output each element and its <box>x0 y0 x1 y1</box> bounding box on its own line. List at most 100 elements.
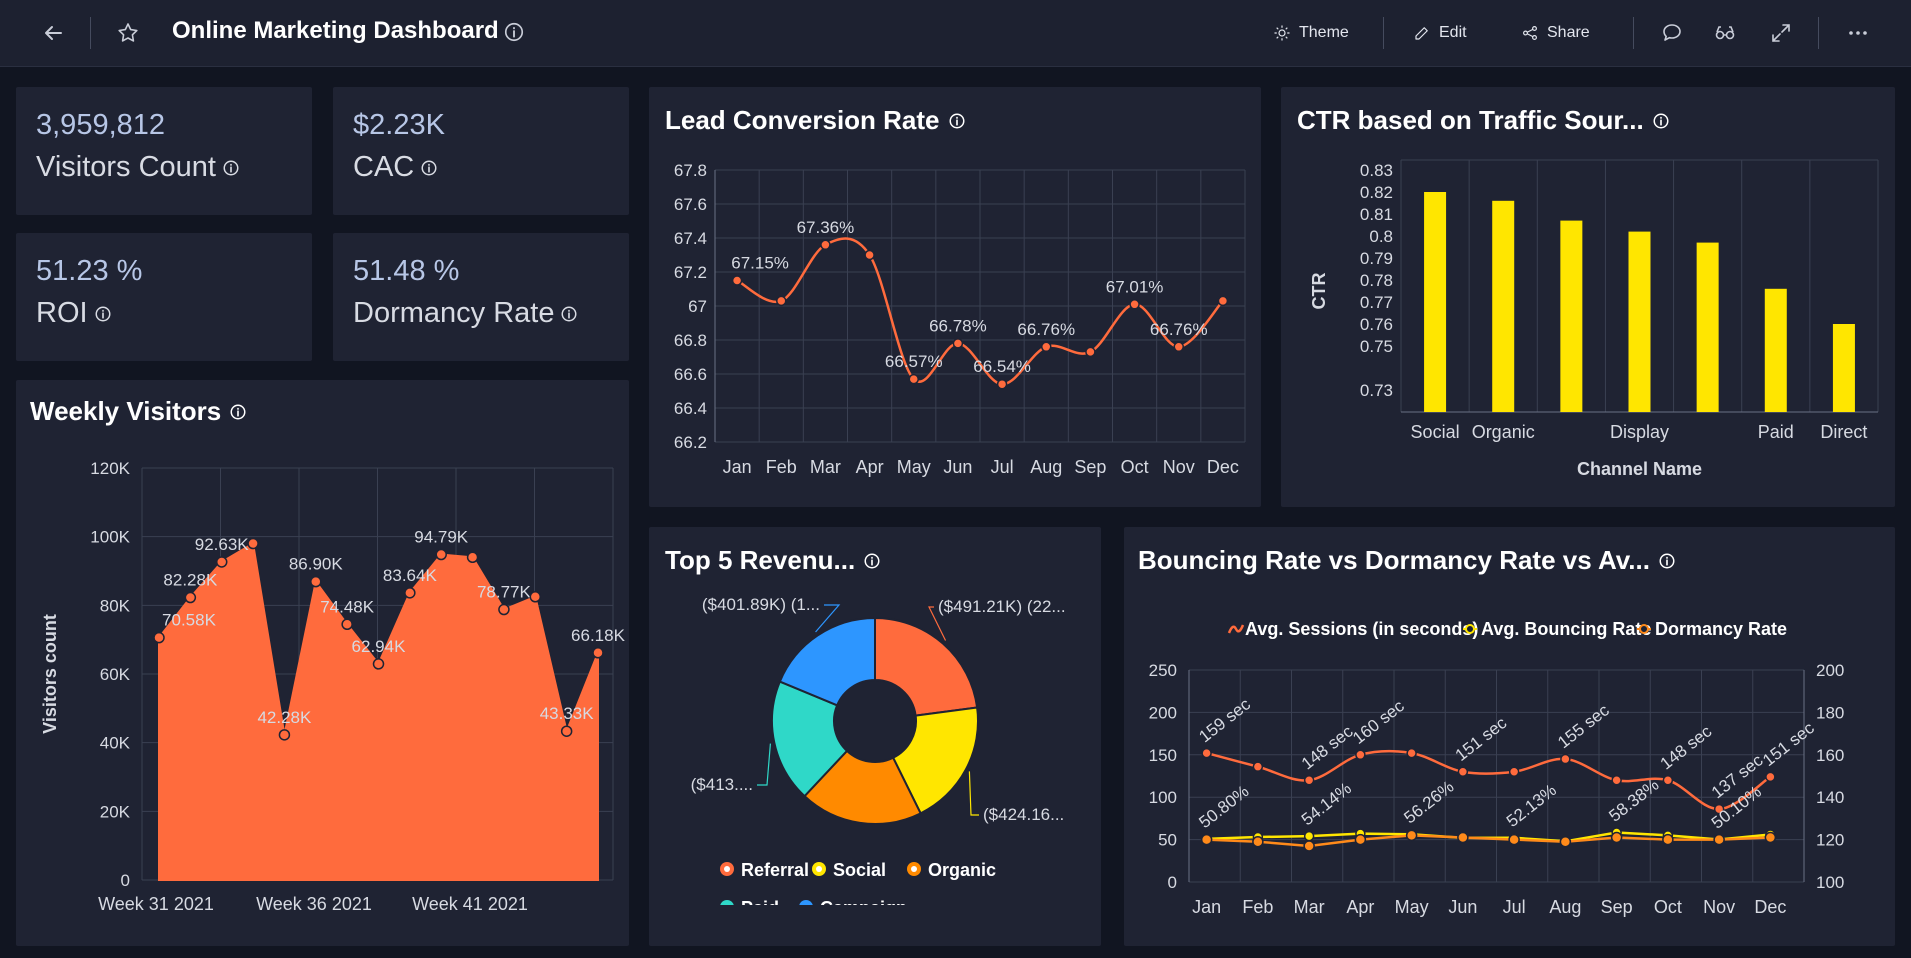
data-point <box>498 603 510 616</box>
info-icon[interactable] <box>420 159 438 177</box>
data-point <box>592 647 604 659</box>
data-point <box>1129 299 1140 310</box>
more-options-icon[interactable] <box>1846 21 1870 45</box>
comment-icon[interactable] <box>1660 21 1684 45</box>
y-tick-label-right: 140 <box>1816 788 1844 807</box>
x-tick-label: Week 31 2021 <box>98 894 214 914</box>
y-tick-label: 67 <box>688 297 707 316</box>
divider <box>1383 17 1384 49</box>
data-point <box>1355 749 1366 761</box>
y-axis-title: Visitors count <box>40 614 60 734</box>
edit-label: Edit <box>1439 24 1467 41</box>
data-label: 66.78% <box>929 316 987 335</box>
data-point <box>1610 831 1623 844</box>
data-point <box>310 575 322 588</box>
info-icon[interactable] <box>503 21 527 45</box>
data-label: 62.94K <box>352 637 407 656</box>
data-point <box>560 725 573 737</box>
share-button[interactable]: Share <box>1521 20 1590 46</box>
y-tick-label-left: 100 <box>1149 788 1177 807</box>
bouncing-rate-panel: Bouncing Rate vs Dormancy Rate vs Av... … <box>1124 527 1895 946</box>
data-label: 82.28K <box>163 571 218 590</box>
x-tick-label: Jul <box>991 457 1014 477</box>
legend-label: Dormancy Rate <box>1655 619 1787 639</box>
kpi-roi: 51.23 % ROI <box>16 233 312 361</box>
x-tick-label: Dec <box>1207 457 1239 477</box>
data-point <box>820 239 831 251</box>
kpi-value: 3,959,812 <box>36 109 166 141</box>
y-tick-label-right: 200 <box>1816 661 1844 680</box>
expand-icon[interactable] <box>1769 21 1793 45</box>
data-label: 148 sec <box>1657 721 1716 773</box>
data-label: 42.28K <box>257 708 312 727</box>
back-arrow-icon[interactable] <box>41 21 65 45</box>
glasses-icon[interactable] <box>1713 21 1737 45</box>
data-point <box>247 537 259 550</box>
x-tick-label: Jun <box>1448 897 1477 917</box>
legend-label: Campaign <box>820 898 907 918</box>
data-label: 56.26% <box>1400 777 1457 827</box>
legend-label: Avg. Sessions (in seconds) <box>1245 619 1478 639</box>
edit-button[interactable]: Edit <box>1413 20 1467 46</box>
legend-marker-dot <box>724 866 730 872</box>
data-label: 151 sec <box>1452 713 1511 765</box>
data-point <box>1252 835 1264 848</box>
theme-label: Theme <box>1299 24 1349 41</box>
data-point <box>996 378 1008 390</box>
data-label: 66.76% <box>1150 320 1208 339</box>
data-point <box>1303 840 1315 852</box>
data-point <box>1611 774 1622 786</box>
data-label: 160 sec <box>1349 696 1408 748</box>
data-point <box>341 618 353 631</box>
data-label: 148 sec <box>1298 721 1357 773</box>
y-tick-label: 0.77 <box>1360 293 1393 312</box>
y-tick-label: 0.79 <box>1360 249 1393 268</box>
info-icon[interactable] <box>94 305 112 323</box>
data-label: 86.90K <box>289 555 344 574</box>
y-tick-label: 67.4 <box>674 229 707 248</box>
data-label: 52.13% <box>1503 780 1560 830</box>
data-label: 151 sec <box>1759 718 1818 770</box>
data-label: 66.18K <box>571 626 626 645</box>
kpi-label: CAC <box>353 151 415 183</box>
data-point <box>1201 747 1212 759</box>
y-tick-label: 0.8 <box>1369 227 1393 246</box>
share-label: Share <box>1547 24 1590 41</box>
data-point <box>1764 831 1777 844</box>
legend-marker <box>799 900 813 905</box>
x-tick-label: Apr <box>1346 897 1374 917</box>
bar <box>1424 192 1447 412</box>
x-tick-label: Aug <box>1549 897 1581 917</box>
legend-label: Paid <box>741 898 779 918</box>
lead-conversion-panel: Lead Conversion Rate 67.8 67.6 67.4 67.2 67 6… <box>649 87 1261 507</box>
y-tick-label: 66.4 <box>674 399 707 418</box>
kpi-label-row: Dormancy Rate <box>353 297 578 330</box>
info-icon[interactable] <box>222 159 240 177</box>
theme-button[interactable]: Theme <box>1273 20 1349 46</box>
x-tick-label: May <box>1395 897 1429 917</box>
y-tick-label: 0.78 <box>1360 271 1393 290</box>
y-tick-label: 0.76 <box>1360 315 1393 334</box>
y-tick-label-left: 250 <box>1149 661 1177 680</box>
x-tick-label: Apr <box>856 457 884 477</box>
x-tick-label: Sep <box>1074 457 1106 477</box>
data-label: 43.33K <box>540 704 595 723</box>
data-point <box>1041 341 1052 353</box>
data-point <box>1252 761 1264 772</box>
y-tick-label: 0.75 <box>1360 337 1393 356</box>
star-icon[interactable] <box>116 21 140 45</box>
x-tick-label: Week 41 2021 <box>412 894 528 914</box>
data-point <box>1200 833 1213 846</box>
bar <box>1628 231 1651 412</box>
bar <box>1492 200 1515 412</box>
x-tick-label: Sep <box>1601 897 1633 917</box>
info-icon[interactable] <box>560 305 578 323</box>
y-tick-label-left: 0 <box>1168 873 1177 892</box>
legend-label: Referral <box>741 860 809 880</box>
y-tick-label: 0.83 <box>1360 161 1393 180</box>
y-tick-label-right: 120 <box>1816 831 1844 850</box>
y-tick-label-right: 180 <box>1816 703 1844 722</box>
leader-line <box>968 771 979 816</box>
legend-marker <box>720 900 734 905</box>
bar <box>1560 220 1583 412</box>
